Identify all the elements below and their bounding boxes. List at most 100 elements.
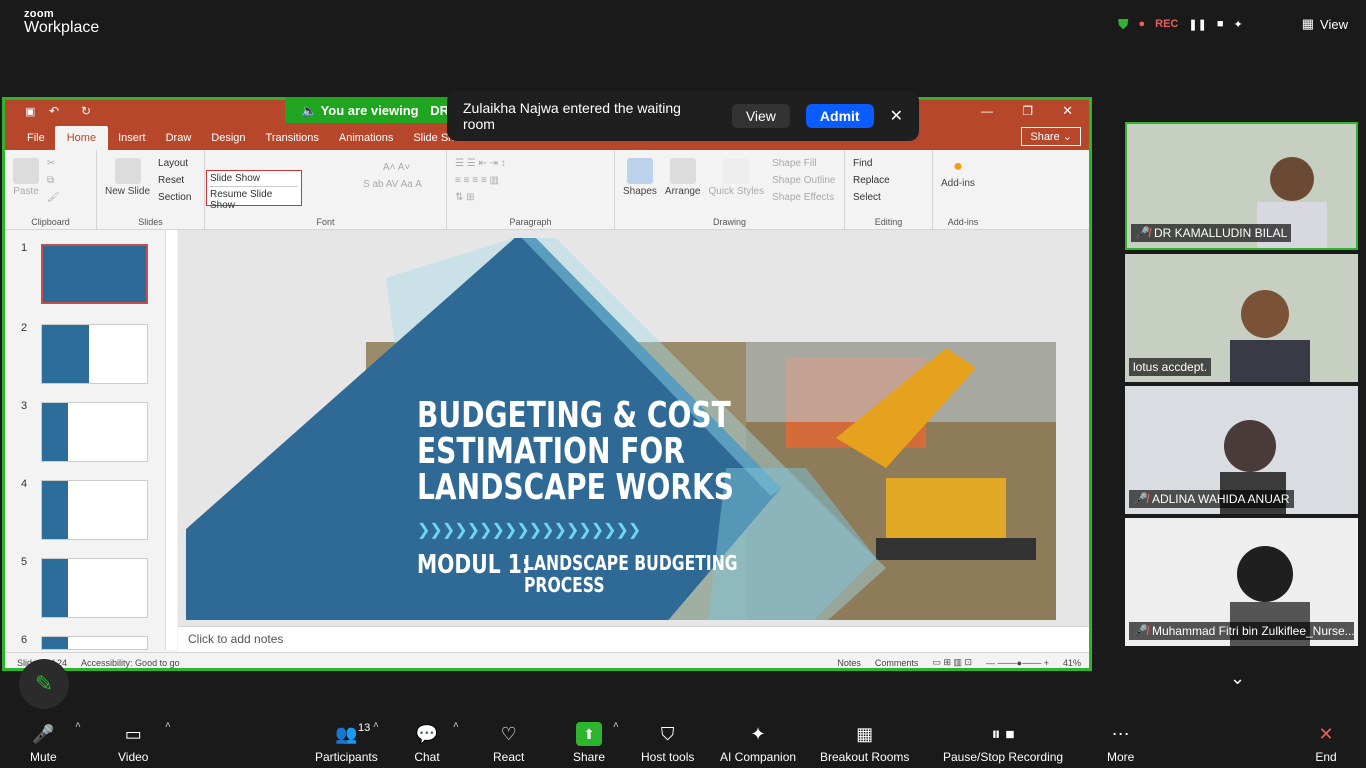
- close-icon[interactable]: ✕: [1062, 103, 1073, 119]
- minimize-icon[interactable]: —: [981, 104, 993, 118]
- slideshow-popup-title[interactable]: Slide Show: [210, 173, 298, 184]
- video-tile[interactable]: 🎤̸ ADLINA WAHIDA ANUAR: [1125, 386, 1358, 514]
- video-tile[interactable]: 🎤̸ DR KAMALLUDIN BILAL: [1125, 122, 1358, 250]
- format-painter-icon[interactable]: 🖌: [47, 192, 60, 203]
- find-button[interactable]: Find: [853, 158, 890, 169]
- tab-file[interactable]: File: [17, 132, 55, 150]
- current-slide[interactable]: BUDGETING & COST ESTIMATION FOR LANDSCAP…: [186, 238, 1056, 620]
- paste-button[interactable]: Paste: [13, 154, 39, 225]
- accessibility-status[interactable]: Accessibility: Good to go: [81, 658, 180, 668]
- status-bar: Slide 1 of 24 Accessibility: Good to go …: [5, 652, 1089, 668]
- slide-thumbnails: 1 2 3 4 5 6: [8, 230, 176, 650]
- resume-slideshow-button[interactable]: Resume Slide Show: [210, 186, 298, 211]
- notes-pane[interactable]: Click to add notes: [178, 626, 1089, 652]
- thumb-number: 3: [21, 400, 28, 412]
- recording-button[interactable]: ⏸ ⏹ Pause/Stop Recording: [943, 722, 1063, 765]
- shapes-button[interactable]: Shapes: [623, 154, 657, 225]
- quick-styles-button[interactable]: Quick Styles: [709, 154, 764, 225]
- slide-thumbnail[interactable]: [41, 636, 148, 650]
- react-button[interactable]: ♡ React: [493, 722, 524, 765]
- mute-button[interactable]: 🎤 Mute: [30, 722, 57, 765]
- chevron-up-icon[interactable]: ˄: [613, 720, 619, 731]
- more-icon: ⋯: [1111, 723, 1130, 744]
- font-style-icons[interactable]: S ab AV Aa A: [363, 179, 422, 190]
- shape-fill-button[interactable]: Shape Fill: [772, 158, 835, 169]
- ai-sparkle-icon[interactable]: ✦: [1233, 18, 1242, 31]
- breakout-rooms-button[interactable]: ▦ Breakout Rooms: [820, 722, 909, 765]
- video-button[interactable]: ▭ Video: [118, 722, 148, 765]
- chevron-up-icon[interactable]: ˄: [373, 720, 379, 731]
- video-tile[interactable]: 🎤̸ Muhammad Fitri bin Zulkiflee_Nurse...: [1125, 518, 1358, 646]
- addins-button[interactable]: ● Add-ins: [941, 154, 975, 225]
- speaker-icon: 🔈: [301, 103, 318, 118]
- participant-name: 🎤̸ ADLINA WAHIDA ANUAR: [1129, 490, 1294, 508]
- cut-icon[interactable]: ✂: [47, 158, 60, 169]
- view-icons[interactable]: ▭ ⊞ ▥ ⊡: [932, 657, 972, 668]
- align-text-icon[interactable]: ⇅ ⊞: [455, 192, 506, 203]
- tab-transitions[interactable]: Transitions: [256, 132, 329, 150]
- section-button[interactable]: Section: [158, 192, 191, 203]
- video-tile[interactable]: lotus accdept.: [1125, 254, 1358, 382]
- meeting-status-bar: ⛊ ● REC ❚❚ ■ ✦ ▦ View: [1104, 0, 1366, 48]
- shield-icon[interactable]: ⛊: [1118, 16, 1129, 33]
- shape-outline-button[interactable]: Shape Outline: [772, 175, 835, 186]
- tab-design[interactable]: Design: [201, 132, 255, 150]
- chevron-down-icon[interactable]: ⌄: [1230, 668, 1245, 689]
- slide-thumbnail[interactable]: [41, 480, 148, 540]
- shape-effects-button[interactable]: Shape Effects: [772, 192, 835, 203]
- slide-thumbnail[interactable]: [41, 558, 148, 618]
- tab-draw[interactable]: Draw: [156, 132, 202, 150]
- reset-button[interactable]: Reset: [158, 175, 191, 186]
- rec-label: REC: [1155, 18, 1179, 30]
- redo-icon[interactable]: ↻: [81, 104, 91, 118]
- stop-recording-icon[interactable]: ■: [1217, 18, 1224, 30]
- tab-animations[interactable]: Animations: [329, 132, 403, 150]
- layout-button[interactable]: Layout: [158, 158, 191, 169]
- chevron-up-icon[interactable]: ˄: [165, 720, 171, 731]
- slide-canvas: BUDGETING & COST ESTIMATION FOR LANDSCAP…: [178, 230, 1089, 626]
- addins-icon: ●: [953, 158, 963, 175]
- slide-thumbnail[interactable]: [41, 244, 148, 304]
- copy-icon[interactable]: ⧉: [47, 175, 60, 186]
- chevron-up-icon[interactable]: ˄: [75, 720, 81, 731]
- maximize-icon[interactable]: ❐: [1022, 104, 1033, 118]
- annotate-pen-icon[interactable]: ✎: [19, 659, 69, 709]
- save-icon[interactable]: ▣: [25, 105, 35, 118]
- view-button[interactable]: ▦ View: [1302, 16, 1348, 32]
- ribbon: Paste ✂ ⧉ 🖌 Clipboard New Slide Layout Res…: [5, 150, 1089, 230]
- tab-insert[interactable]: Insert: [108, 132, 156, 150]
- ai-companion-button[interactable]: ✦ AI Companion: [720, 722, 796, 765]
- arrange-button[interactable]: Arrange: [665, 154, 701, 225]
- more-button[interactable]: ⋯ More: [1107, 722, 1134, 765]
- end-button[interactable]: ✕ End: [1313, 722, 1339, 765]
- host-tools-button[interactable]: ⛉ Host tools: [641, 722, 694, 765]
- bullets-icon[interactable]: ☰ ☰ ⇤ ⇥ ↕: [455, 158, 506, 169]
- comments-button[interactable]: Comments: [875, 658, 919, 668]
- tab-home[interactable]: Home: [54, 126, 109, 150]
- slide-thumbnail[interactable]: [41, 324, 148, 384]
- zoom-logo: zoom Workplace: [24, 8, 100, 36]
- zoom-slider[interactable]: — ───●─── +: [986, 658, 1049, 668]
- chat-button[interactable]: 💬 Chat: [414, 722, 440, 765]
- new-slide-button[interactable]: New Slide: [105, 154, 150, 225]
- thumb-number: 2: [21, 322, 28, 334]
- font-size-increase-icon[interactable]: A˄ A˅: [383, 162, 422, 173]
- share-button[interactable]: ⬆ Share: [573, 722, 605, 764]
- mic-muted-icon: 🎤̸: [1135, 226, 1150, 240]
- quick-styles-icon: [723, 158, 750, 184]
- toast-view-button[interactable]: View: [731, 104, 790, 128]
- replace-button[interactable]: Replace: [853, 175, 890, 186]
- pause-recording-icon[interactable]: ❚❚: [1188, 18, 1206, 31]
- slide-thumbnail[interactable]: [41, 402, 148, 462]
- undo-icon[interactable]: ↶: [49, 104, 59, 118]
- close-icon[interactable]: ✕: [890, 106, 903, 126]
- zoom-level[interactable]: 41%: [1063, 658, 1081, 668]
- select-button[interactable]: Select: [853, 192, 890, 203]
- align-icons[interactable]: ≡ ≡ ≡ ≡ ▥: [455, 175, 506, 186]
- slideshow-popup: Slide Show Resume Slide Show: [206, 170, 302, 211]
- admit-button[interactable]: Admit: [805, 104, 874, 128]
- notes-button[interactable]: Notes: [837, 658, 861, 668]
- thumbnail-scrollbar[interactable]: [165, 230, 177, 650]
- chevron-up-icon[interactable]: ˄: [453, 720, 459, 731]
- ppt-share-button[interactable]: Share ⌄: [1021, 127, 1081, 146]
